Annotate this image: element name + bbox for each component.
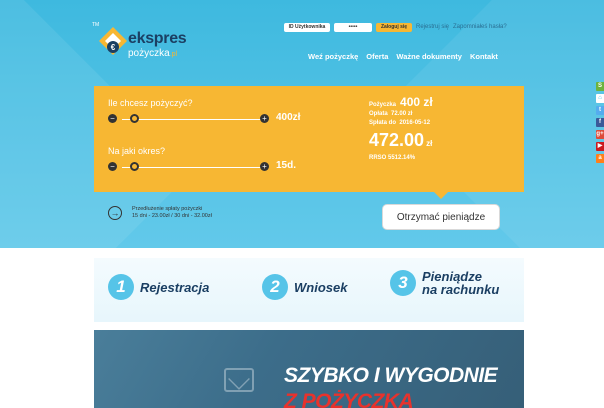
calculator-pointer bbox=[434, 192, 448, 199]
youtube-icon[interactable]: ▶ bbox=[596, 142, 604, 151]
promo-banner[interactable]: SZYBKO I WYGODNIE Z POŻYCZKĄ bbox=[94, 330, 524, 408]
due-value: 2016-05-12 bbox=[399, 120, 431, 126]
social-sidebar: S ⌂ t f g+ ▶ a bbox=[596, 82, 604, 166]
loan-extension-title: Przedłużenie spłaty pożyczki bbox=[132, 206, 203, 212]
loan-extension-text: Przedłużenie spłaty pożyczki 15 dni - 23… bbox=[132, 206, 212, 220]
get-money-button[interactable]: Otrzymać pieniądze bbox=[382, 204, 500, 230]
amount-slider[interactable]: − + 400zł bbox=[108, 112, 308, 124]
step-label: Wniosek bbox=[294, 279, 348, 295]
home-icon[interactable]: ⌂ bbox=[596, 94, 604, 103]
arrow-right-icon: → bbox=[108, 206, 122, 220]
page: TM € ekspres pożyczka.pl ID Użytkownika … bbox=[0, 0, 604, 408]
logo-mark-icon: € bbox=[99, 27, 127, 55]
forgot-password-link[interactable]: Zapomniałeś hasła? bbox=[453, 24, 507, 30]
logo-word-bottom-text: pożyczka bbox=[128, 48, 170, 59]
amount-slider-handle[interactable] bbox=[129, 114, 139, 123]
loan-calculator: Ile chcesz pożyczyć? − + 400zł Na jaki o… bbox=[94, 86, 524, 199]
term-value: 15d. bbox=[276, 160, 297, 171]
term-slider-track bbox=[122, 166, 266, 168]
banner-subheadline: Z POŻYCZKĄ bbox=[284, 390, 414, 408]
fee-value: 72.00 zł bbox=[391, 111, 413, 117]
step-number: 2 bbox=[262, 274, 288, 300]
nav-item-documents[interactable]: Ważne dokumenty bbox=[396, 52, 462, 61]
banner-headline: SZYBKO I WYGODNIE bbox=[284, 364, 498, 387]
step-number: 1 bbox=[108, 274, 134, 300]
loan-extension-info[interactable]: → Przedłużenie spłaty pożyczki 15 dni - … bbox=[108, 206, 212, 220]
nav-item-offer[interactable]: Oferta bbox=[366, 52, 388, 61]
total-currency: zł bbox=[426, 139, 433, 148]
logo-word-bottom: pożyczka.pl bbox=[128, 48, 177, 59]
amount-question: Ile chcesz pożyczyć? bbox=[108, 98, 193, 108]
amount-decrease-button[interactable]: − bbox=[108, 114, 117, 123]
step-money-received: 3 Pieniądze na rachunku bbox=[390, 270, 499, 296]
term-decrease-button[interactable]: − bbox=[108, 162, 117, 171]
envelope-icon bbox=[224, 368, 254, 392]
term-slider[interactable]: − + 15d. bbox=[108, 160, 308, 172]
step-registration: 1 Rejestracja bbox=[108, 274, 209, 300]
due-row: Spłata do 2016-05-12 bbox=[369, 120, 433, 126]
step-application: 2 Wniosek bbox=[262, 274, 347, 300]
allegro-icon[interactable]: a bbox=[596, 154, 604, 163]
step-number: 3 bbox=[390, 270, 416, 296]
due-label: Spłata do bbox=[369, 120, 397, 126]
process-steps: 1 Rejestracja 2 Wniosek 3 Pieniądze na r… bbox=[94, 258, 524, 322]
username-input[interactable]: ID Użytkownika bbox=[284, 22, 330, 32]
loan-summary: Pożyczka 400 zł Opłata 72.00 zł Spłata do… bbox=[369, 95, 433, 161]
logo-word-top: ekspres bbox=[128, 30, 187, 47]
hero-section: TM € ekspres pożyczka.pl ID Użytkownika … bbox=[0, 0, 604, 248]
facebook-icon[interactable]: f bbox=[596, 118, 604, 127]
term-increase-button[interactable]: + bbox=[260, 162, 269, 171]
nav-item-contact[interactable]: Kontakt bbox=[470, 52, 498, 61]
rrso-text: RRSO 5512.14% bbox=[369, 155, 416, 161]
amount-slider-track bbox=[122, 118, 266, 120]
logo-domain-suffix: .pl bbox=[169, 51, 178, 58]
step-label: Pieniądze na rachunku bbox=[422, 270, 499, 296]
google-plus-icon[interactable]: g+ bbox=[596, 130, 604, 139]
loan-value: 400 zł bbox=[400, 95, 433, 109]
amount-value: 400zł bbox=[276, 112, 301, 123]
login-bar: ID Użytkownika ••••• Zaloguj się Rejestr… bbox=[284, 22, 507, 32]
total-amount: 472.00 zł bbox=[369, 130, 433, 151]
loan-row: Pożyczka 400 zł bbox=[369, 95, 433, 109]
amount-increase-button[interactable]: + bbox=[260, 114, 269, 123]
fee-label: Opłata bbox=[369, 111, 388, 117]
step-label: Rejestracja bbox=[140, 279, 210, 295]
term-slider-handle[interactable] bbox=[129, 162, 139, 171]
nav-item-take-loan[interactable]: Weź pożyczkę bbox=[308, 52, 358, 61]
svg-text:€: € bbox=[111, 43, 116, 52]
fee-row: Opłata 72.00 zł bbox=[369, 111, 433, 117]
skype-icon[interactable]: S bbox=[596, 82, 604, 91]
term-question: Na jaki okres? bbox=[108, 146, 166, 156]
loan-extension-details: 15 dni - 23.00zł / 30 dni - 32.00zł bbox=[132, 213, 212, 219]
site-logo[interactable]: TM € ekspres pożyczka.pl bbox=[92, 22, 212, 62]
total-value: 472.00 bbox=[369, 130, 425, 150]
main-nav: Weź pożyczkę Oferta Ważne dokumenty Kont… bbox=[308, 52, 498, 61]
register-link[interactable]: Rejestruj się bbox=[416, 24, 449, 30]
login-button[interactable]: Zaloguj się bbox=[376, 22, 412, 32]
twitter-icon[interactable]: t bbox=[596, 106, 604, 115]
password-input[interactable]: ••••• bbox=[334, 22, 372, 32]
loan-label: Pożyczka bbox=[369, 102, 397, 108]
step-label-line2: na rachunku bbox=[422, 282, 500, 297]
